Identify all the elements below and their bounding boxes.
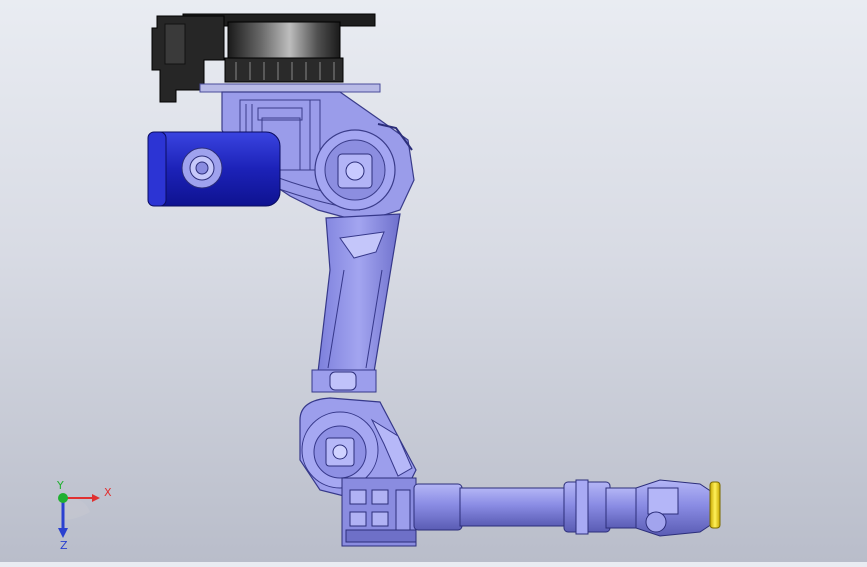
x-axis-label: X	[104, 486, 112, 499]
cad-3d-viewport[interactable]: X Y Z	[0, 0, 867, 562]
y-axis-label: Y	[56, 480, 64, 492]
forearm-housing[interactable]	[341, 477, 417, 547]
upper-arm[interactable]	[311, 213, 401, 393]
z-arrowhead-icon	[58, 528, 68, 538]
triad-plane	[63, 497, 90, 520]
y-axis-dot-icon	[58, 493, 68, 503]
robot-base[interactable]	[151, 13, 381, 103]
x-arrowhead-icon	[92, 494, 100, 502]
robot-arm-model[interactable]	[0, 0, 867, 562]
tool-flange[interactable]	[709, 481, 721, 529]
wrist-assembly[interactable]	[635, 479, 721, 537]
z-axis-label: Z	[60, 539, 68, 550]
base-motor[interactable]	[147, 131, 281, 207]
axis-triad: X Y Z	[40, 479, 120, 552]
forearm[interactable]	[413, 479, 639, 535]
